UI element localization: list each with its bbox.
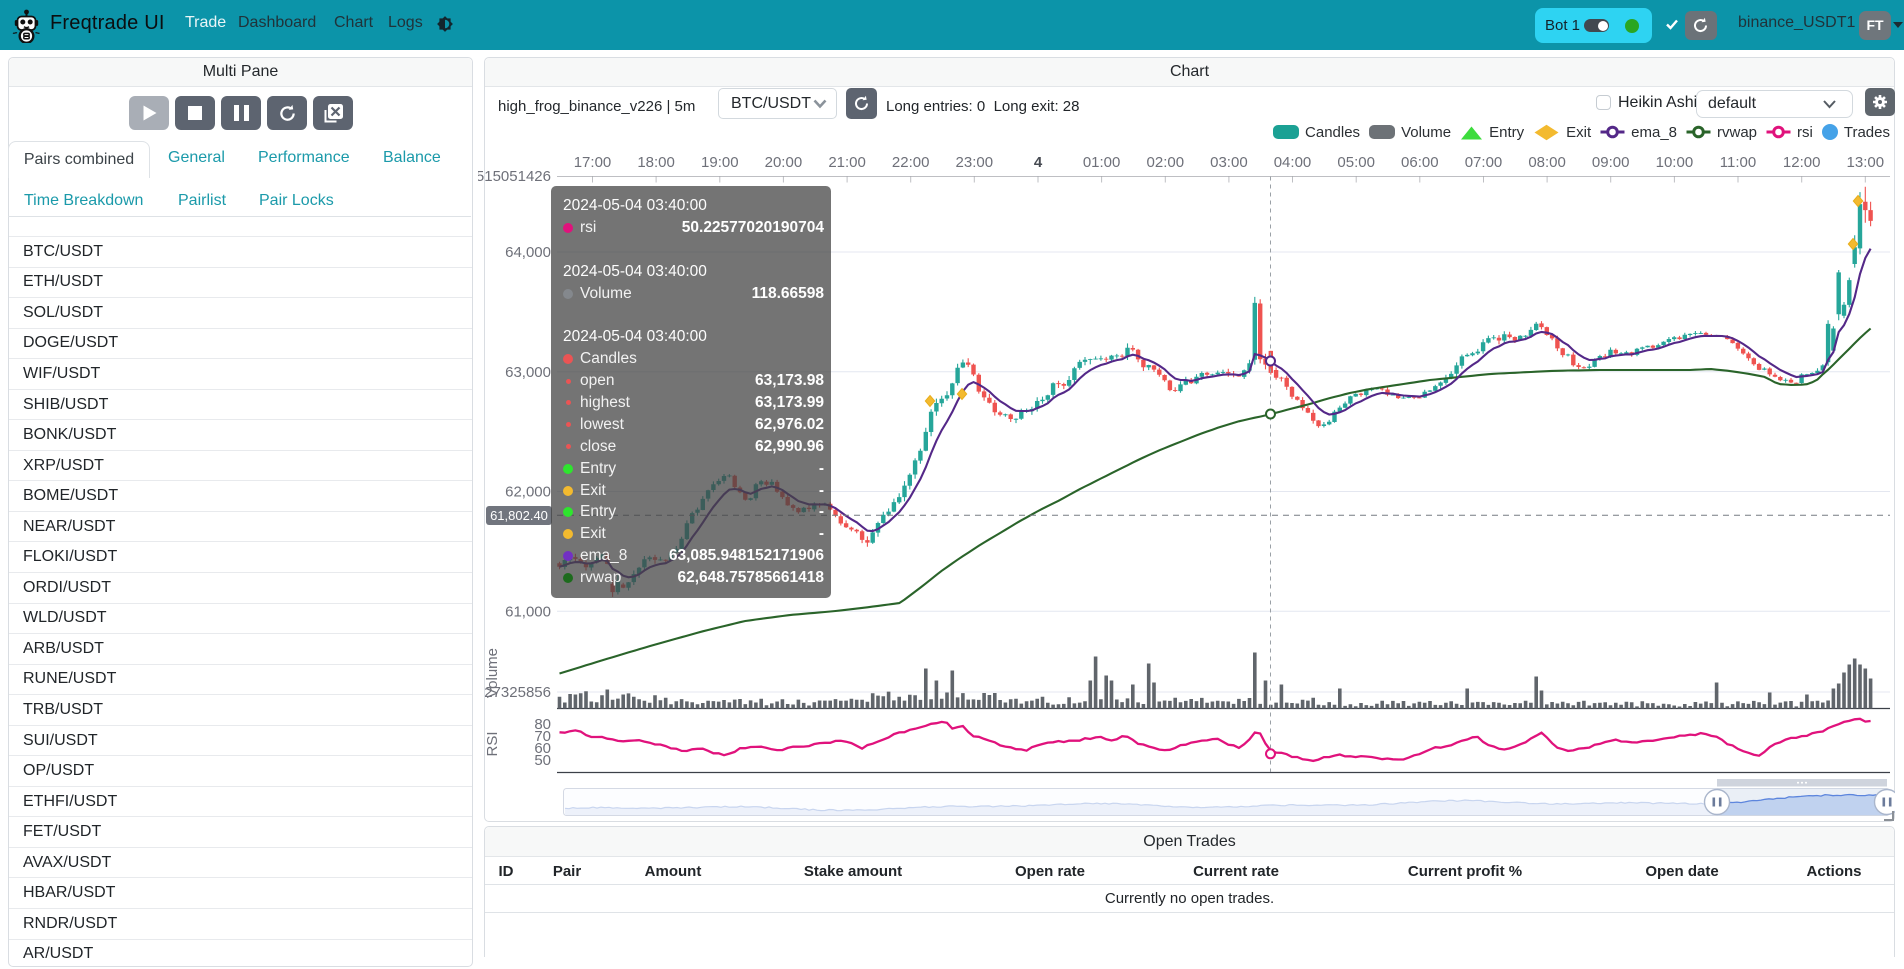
svg-text:12:00: 12:00 <box>1783 154 1821 171</box>
svg-text:Volume: Volume <box>484 648 501 698</box>
svg-text:18:00: 18:00 <box>637 154 675 171</box>
svg-text:01:00: 01:00 <box>1083 154 1121 171</box>
svg-text:21:00: 21:00 <box>828 154 866 171</box>
svg-text:20:00: 20:00 <box>765 154 803 171</box>
svg-text:50: 50 <box>534 752 551 769</box>
svg-text:10:00: 10:00 <box>1656 154 1694 171</box>
svg-text:19:00: 19:00 <box>701 154 739 171</box>
svg-text:61,802.40: 61,802.40 <box>490 508 548 523</box>
svg-text:11:00: 11:00 <box>1720 154 1756 171</box>
svg-text:05:00: 05:00 <box>1337 154 1375 171</box>
svg-text:06:00: 06:00 <box>1401 154 1439 171</box>
svg-text:4: 4 <box>1034 154 1043 171</box>
svg-text:02:00: 02:00 <box>1147 154 1185 171</box>
svg-text:03:00: 03:00 <box>1210 154 1248 171</box>
svg-text:07:00: 07:00 <box>1465 154 1503 171</box>
svg-text:64,000: 64,000 <box>505 244 551 261</box>
svg-text:17:00: 17:00 <box>574 154 612 171</box>
svg-text:22:00: 22:00 <box>892 154 930 171</box>
svg-text:09:00: 09:00 <box>1592 154 1630 171</box>
svg-text:04:00: 04:00 <box>1274 154 1312 171</box>
svg-text:61,000: 61,000 <box>505 603 551 620</box>
svg-text:62,000: 62,000 <box>505 484 551 501</box>
svg-text:08:00: 08:00 <box>1528 154 1566 171</box>
svg-text:13:00: 13:00 <box>1847 154 1885 171</box>
svg-text:63,000: 63,000 <box>505 364 551 381</box>
svg-text:23:00: 23:00 <box>956 154 994 171</box>
svg-text:RSI: RSI <box>484 731 501 756</box>
svg-text:515051426: 515051426 <box>478 168 551 185</box>
